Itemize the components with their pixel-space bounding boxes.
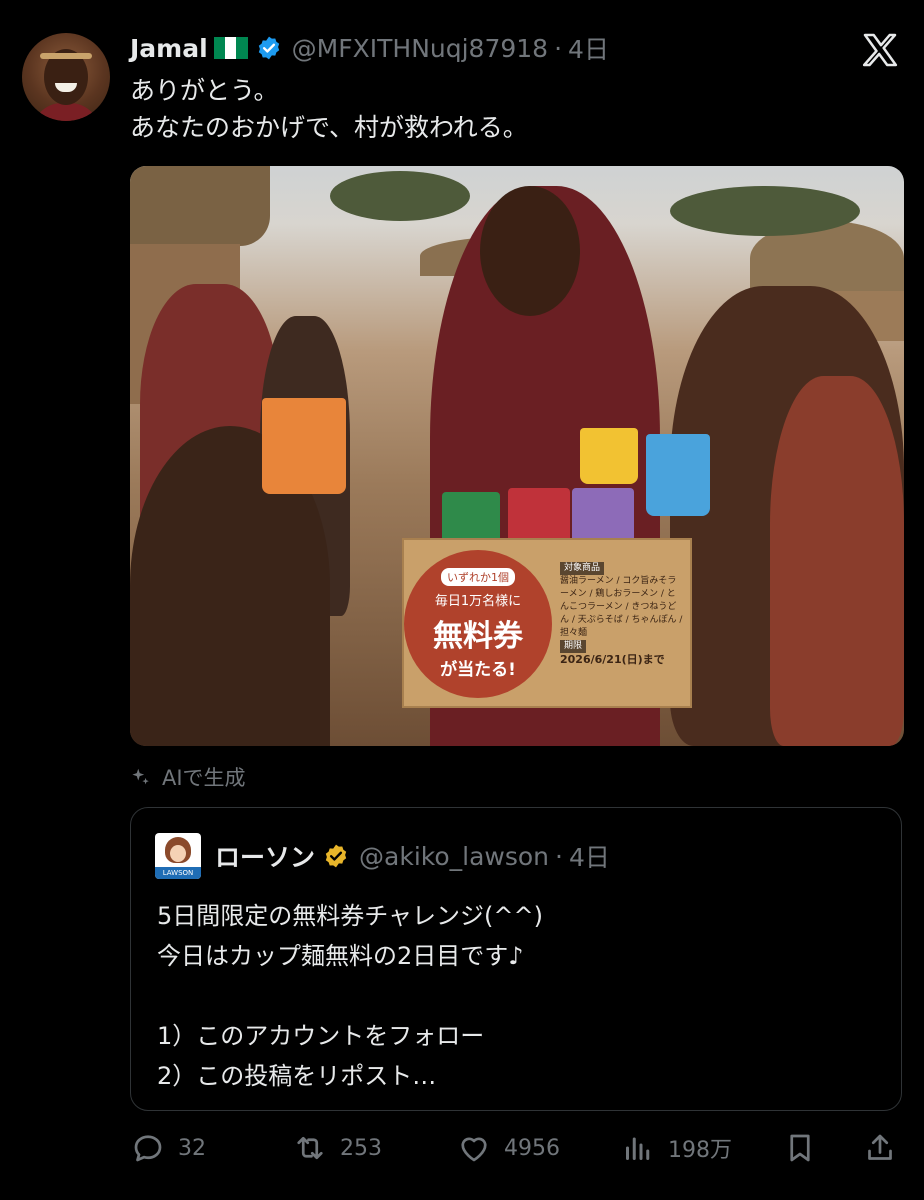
quoted-post-time[interactable]: 4日 [569, 838, 610, 874]
ai-generated-label: AIで生成 [130, 762, 246, 792]
avatar-headband [40, 53, 92, 59]
bookmark-button[interactable] [782, 1130, 830, 1166]
like-icon [461, 1137, 487, 1162]
bookmark-icon [790, 1134, 810, 1162]
tree [670, 186, 860, 236]
quoted-header: LAWSON ローソン @akiko_lawson · 4日 [155, 832, 610, 880]
avatar-shirt [32, 103, 100, 121]
repost-count: 253 [340, 1135, 382, 1161]
views-button[interactable]: 198万 [620, 1130, 732, 1166]
cup-torishio-ramen [646, 434, 710, 516]
tree [330, 171, 470, 221]
author-handle[interactable]: @MFXITHNuqj87918 [292, 34, 548, 63]
author-name[interactable]: Jamal [130, 34, 208, 63]
box-tag-deadline: 期限 [560, 640, 587, 653]
nigeria-flag-icon [213, 37, 248, 59]
avatar-face [170, 845, 186, 862]
ai-label-text: AIで生成 [162, 766, 246, 790]
reply-button[interactable]: 32 [130, 1130, 206, 1166]
box-big-label: 無料券 [433, 619, 523, 654]
author-avatar[interactable] [22, 33, 110, 121]
views-icon [626, 1137, 650, 1160]
box-sub-label: が当たる! [440, 660, 516, 680]
reply-icon [134, 1135, 162, 1162]
reply-count: 32 [178, 1135, 206, 1161]
verified-badge-icon [258, 36, 279, 60]
post-text: ありがとう。 あなたのおかげで、村が救われる。 [130, 76, 528, 142]
separator-dot: · [554, 33, 563, 63]
quoted-post-text: 5日間限定の無料券チャレンジ(^^) 今日はカップ麺無料の2日目です♪ 1）この… [157, 902, 543, 1090]
woman-right [770, 376, 904, 746]
hut-roof-left [130, 166, 270, 246]
box-details: 対象商品 醤油ラーメン / コク旨みそラーメン / 鶏しおラーメン / とんこつ… [560, 562, 684, 668]
cup-shoyu-ramen [262, 398, 346, 494]
views-count: 198万 [668, 1138, 732, 1163]
gold-verified-badge-icon [325, 844, 347, 868]
lawson-logo-band: LAWSON [155, 867, 201, 879]
free-ticket-box: いずれか1個 毎日1万名様に 無料券 が当たる! 対象商品 醤油ラーメン / コ… [402, 538, 692, 708]
post-image[interactable]: いずれか1個 毎日1万名様に 無料券 が当たる! 対象商品 醤油ラーメン / コ… [130, 166, 904, 746]
lawson-avatar[interactable]: LAWSON [155, 833, 201, 879]
quoted-author-name[interactable]: ローソン [215, 838, 315, 874]
like-button[interactable]: 4956 [456, 1130, 560, 1166]
separator-dot: · [555, 841, 563, 871]
post-time[interactable]: 4日 [568, 30, 609, 66]
free-ticket-badge: いずれか1個 毎日1万名様に 無料券 が当たる! [404, 550, 552, 698]
box-tag-products: 対象商品 [560, 562, 605, 575]
quoted-author-handle[interactable]: @akiko_lawson [359, 842, 549, 871]
post-header: Jamal @MFXITHNuqj87918 · 4日 [130, 30, 609, 66]
repost-button[interactable]: 253 [292, 1130, 382, 1166]
box-items: 醤油ラーメン / コク旨みそラーメン / 鶏しおラーメン / とんこつラーメン … [560, 576, 683, 638]
repost-icon [297, 1136, 323, 1160]
share-button[interactable] [862, 1130, 910, 1166]
cup-chanpon [580, 428, 638, 484]
box-date: 2026/6/21(日)まで [560, 653, 665, 666]
box-small-label: いずれか1個 [441, 568, 515, 586]
share-icon [868, 1134, 892, 1160]
like-count: 4956 [504, 1135, 560, 1161]
sparkle-icon [132, 768, 149, 785]
main-man-face [480, 186, 580, 316]
x-logo-icon[interactable] [860, 30, 900, 70]
box-mid-label: 毎日1万名様に [434, 594, 522, 609]
action-bar: 32 253 4956 198万 [130, 1130, 900, 1172]
quoted-post[interactable]: LAWSON ローソン @akiko_lawson · 4日 5日間限定の無料券… [130, 807, 902, 1111]
